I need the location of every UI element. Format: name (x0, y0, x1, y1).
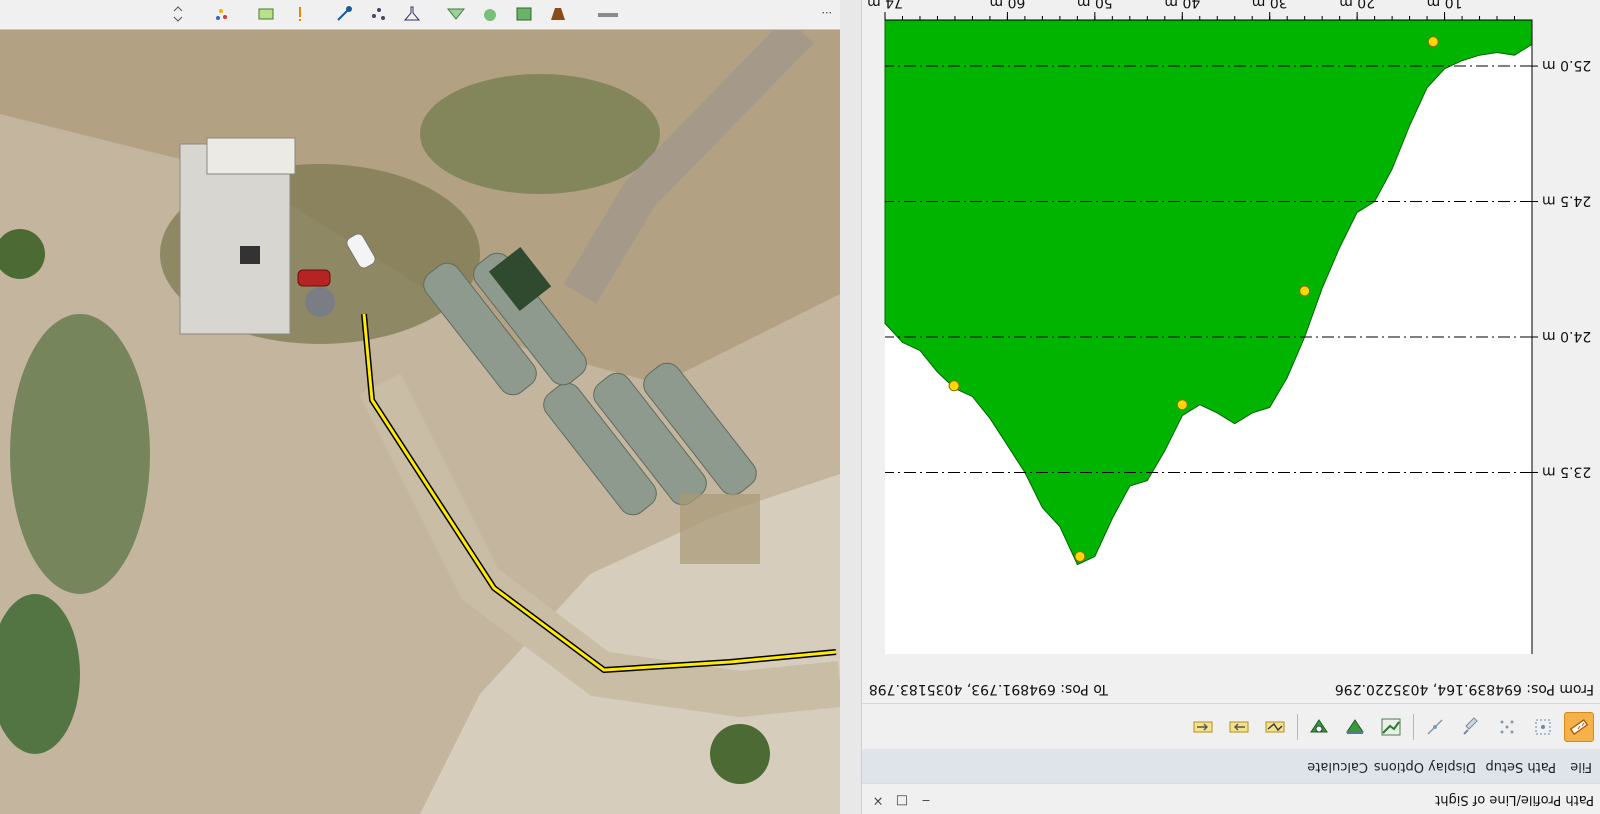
water-tank (305, 287, 335, 317)
crop-rows (680, 494, 760, 564)
filter-icon[interactable] (402, 5, 422, 23)
brown-shape-icon[interactable] (548, 5, 568, 23)
color-dots-icon[interactable] (210, 5, 230, 23)
profile-chart[interactable]: 23.5 m 24.0 m 24.5 m 25.0 m 10 m 20 m 30 m 40 m… (862, 0, 1600, 674)
menu-calculate[interactable]: Calculate (1307, 759, 1368, 774)
map-layer-icon[interactable] (256, 5, 276, 23)
layer-grid-icon[interactable] (514, 5, 534, 23)
x-tick-label: 60 m (989, 0, 1025, 10)
path-vertex-marker[interactable] (1299, 285, 1311, 297)
toolbar-separator (1413, 714, 1414, 740)
arrow-left-icon[interactable] (1188, 712, 1218, 742)
profile-graph-icon[interactable] (1376, 712, 1406, 742)
y-tick-label: 24.5 m (1542, 193, 1591, 209)
measure-ruler-icon[interactable] (1564, 712, 1594, 742)
map-status-text: ... (821, 9, 833, 22)
tree (710, 724, 770, 784)
line-tool-icon[interactable] (1420, 712, 1450, 742)
building-annex (206, 137, 296, 175)
path-vertex-marker[interactable] (948, 380, 960, 392)
scatter-icon[interactable] (368, 5, 388, 23)
panel-title: Path Profile/Line of Sight (1435, 792, 1594, 807)
minimize-button[interactable]: ‒ (918, 792, 934, 808)
x-tick-label: 10 m (1427, 0, 1463, 10)
path-vertex-marker[interactable] (1074, 550, 1086, 562)
brush-icon[interactable] (1456, 712, 1486, 742)
shrub-patch (420, 74, 660, 194)
restore-button[interactable]: □ (894, 792, 910, 808)
map-toolbar: ... (0, 0, 840, 30)
y-tick-label: 24.0 m (1542, 328, 1591, 344)
panel-splitter[interactable] (839, 0, 862, 814)
zigzag-profile-icon[interactable] (1260, 712, 1290, 742)
profile-toolbar (862, 703, 1600, 748)
grid-terrain-icon[interactable] (446, 5, 466, 23)
path-profile-panel: Path Profile/Line of Sight ‒ □ × File Pa… (861, 0, 1600, 814)
point-grid-icon[interactable] (1492, 712, 1522, 742)
red-car (297, 269, 331, 287)
select-area-icon[interactable] (1528, 712, 1558, 742)
close-button[interactable]: × (870, 792, 886, 808)
panel-titlebar: Path Profile/Line of Sight ‒ □ × (862, 783, 1600, 814)
terrain-view-icon[interactable] (1304, 712, 1334, 742)
aerial-map-view[interactable] (0, 30, 840, 814)
tree-cluster (10, 314, 150, 594)
scroll-arrow-icon[interactable] (168, 5, 188, 23)
terrain-down-icon[interactable] (1340, 712, 1370, 742)
y-tick-label: 25.0 m (1542, 57, 1591, 73)
to-position: To Pos: 694891.793, 4035183.798 (868, 681, 1108, 697)
menu-path-setup[interactable]: Path Setup (1485, 759, 1556, 774)
y-tick-label: 23.5 m (1542, 463, 1591, 479)
menu-bar: File Path Setup Display Options Calculat… (862, 749, 1600, 783)
position-row: From Pos: 694839.164, 4035220.296 To Pos… (862, 676, 1600, 702)
arrow-right-icon[interactable] (1224, 712, 1254, 742)
x-tick-label: 30 m (1252, 0, 1288, 10)
x-tick-label: 50 m (1077, 0, 1113, 10)
from-position: From Pos: 694839.164, 4035220.296 (1334, 681, 1594, 697)
x-tick-label: 20 m (1339, 0, 1375, 10)
x-tick-label: 74 m (867, 0, 903, 10)
menu-file[interactable]: File (1570, 759, 1592, 774)
x-tick-label: 40 m (1164, 0, 1200, 10)
path-vertex-marker[interactable] (1427, 36, 1439, 48)
ruler-icon[interactable] (598, 13, 618, 17)
path-vertex-marker[interactable] (1176, 399, 1188, 411)
digitizer-icon[interactable] (334, 5, 354, 23)
info-icon[interactable] (290, 5, 310, 23)
roof-equipment (240, 246, 260, 264)
menu-display-options[interactable]: Display Options (1374, 759, 1476, 774)
tree-icon[interactable] (480, 5, 500, 23)
toolbar-separator (1297, 714, 1298, 740)
